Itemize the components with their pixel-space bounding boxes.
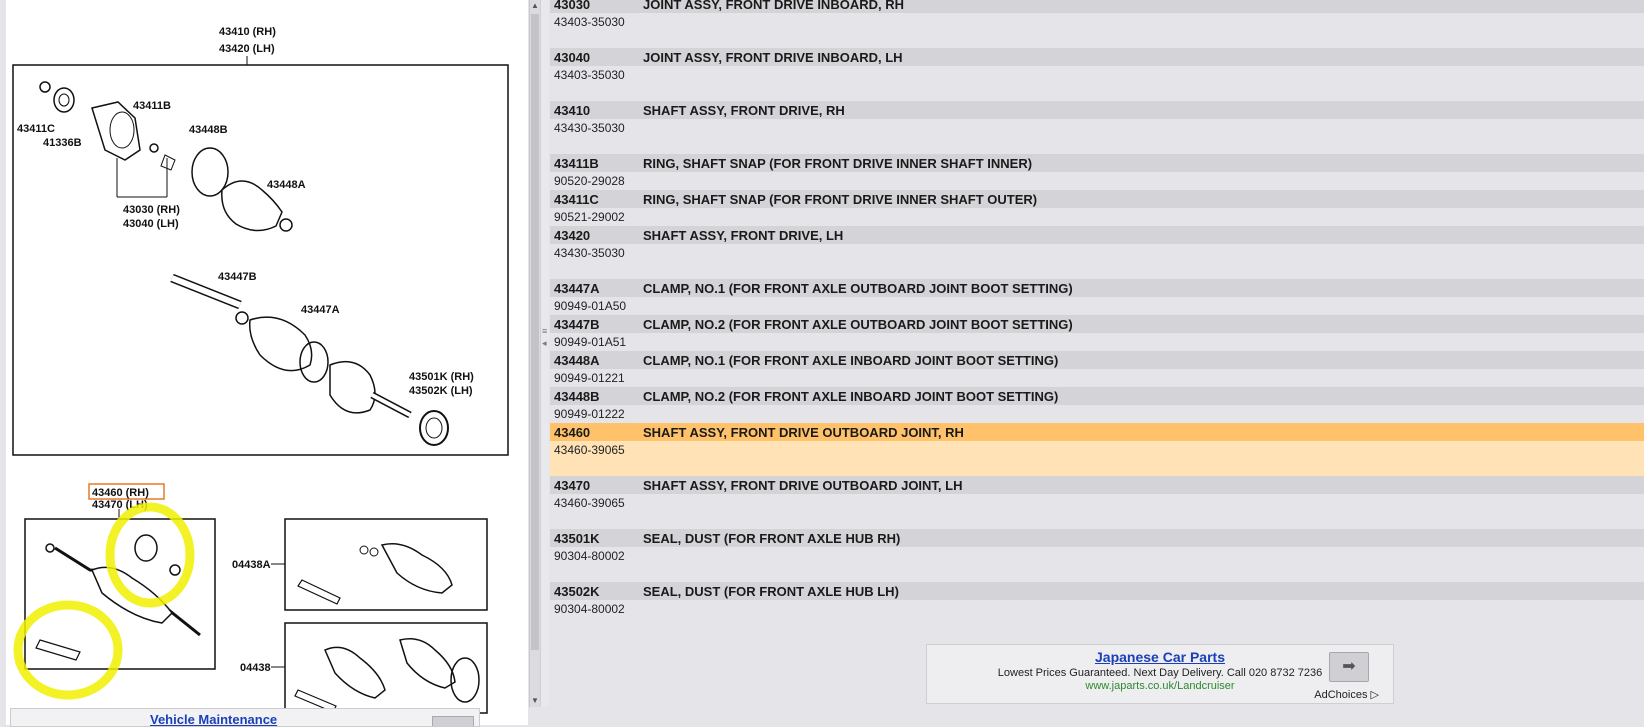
label-43502k[interactable]: 43502K (LH)	[409, 385, 473, 397]
label-43411c[interactable]: 43411C	[17, 123, 55, 135]
part-description: RING, SHAFT SNAP (FOR FRONT DRIVE INNER …	[643, 191, 1038, 207]
parts-diagram: 43410 (RH) 43420 (LH) 43411C 41336B 4341…	[12, 26, 509, 714]
label-04438a[interactable]: 04438A	[232, 559, 271, 571]
part-number: 43411B	[554, 155, 599, 171]
label-43030[interactable]: 43030 (RH)	[123, 204, 180, 216]
part-description: SHAFT ASSY, FRONT DRIVE, LH	[643, 227, 844, 243]
part-number: 43030	[554, 0, 591, 12]
part-number: 43470	[554, 477, 591, 493]
label-43447a[interactable]: 43447A	[301, 304, 340, 316]
diagram-scrollbar[interactable]: ▲ ▼	[529, 0, 540, 707]
oem-part-number: 90521-29002	[554, 210, 625, 224]
scroll-thumb[interactable]	[531, 14, 539, 650]
label-43460[interactable]: 43460 (RH)	[92, 487, 149, 499]
ad-choices-link[interactable]: AdChoices ▷	[1314, 688, 1379, 701]
scroll-down-icon[interactable]: ▼	[530, 695, 540, 707]
part-number: 43460	[554, 424, 591, 440]
part-row[interactable]: 43502K SEAL, DUST (FOR FRONT AXLE HUB LH)…	[550, 582, 1644, 635]
oem-part-number: 90304-80002	[554, 602, 625, 616]
highlight-circle-2	[13, 600, 123, 700]
part-description: CLAMP, NO.2 (FOR FRONT AXLE OUTBOARD JOI…	[643, 316, 1073, 332]
label-43501k[interactable]: 43501K (RH)	[409, 371, 474, 383]
oem-part-number: 43460-39065	[554, 496, 625, 510]
part-number: 43411C	[554, 191, 599, 207]
label-43040[interactable]: 43040 (LH)	[123, 218, 179, 230]
part-number: 43501K	[554, 530, 600, 546]
part-row[interactable]: 43448A CLAMP, NO.1 (FOR FRONT AXLE INBOAR…	[550, 351, 1644, 387]
part-row[interactable]: 43411C RING, SHAFT SNAP (FOR FRONT DRIVE …	[550, 190, 1644, 226]
parts-list: 43030 JOINT ASSY, FRONT DRIVE INBOARD, RH…	[550, 0, 1644, 635]
label-43448a[interactable]: 43448A	[267, 179, 306, 191]
oem-part-number: 43403-35030	[554, 68, 625, 82]
label-41336b[interactable]: 41336B	[43, 137, 82, 149]
label-43420[interactable]: 43420 (LH)	[219, 43, 275, 55]
part-row[interactable]: 43420 SHAFT ASSY, FRONT DRIVE, LH 43430-3…	[550, 226, 1644, 279]
part-row[interactable]: 43447A CLAMP, NO.1 (FOR FRONT AXLE OUTBOA…	[550, 279, 1644, 315]
part-number: 43447B	[554, 316, 600, 332]
snap-ring-drawing	[39, 81, 51, 93]
part-number: 43040	[554, 49, 591, 65]
part-description: SEAL, DUST (FOR FRONT AXLE HUB RH)	[643, 530, 901, 546]
arrow-right-icon[interactable]: ➡	[1329, 652, 1369, 682]
part-number: 43420	[554, 227, 591, 243]
part-row-selected[interactable]: 43460 SHAFT ASSY, FRONT DRIVE OUTBOARD JO…	[550, 423, 1644, 476]
label-43447b[interactable]: 43447B	[218, 271, 257, 283]
part-description: CLAMP, NO.2 (FOR FRONT AXLE INBOARD JOIN…	[643, 388, 1059, 404]
part-description: SHAFT ASSY, FRONT DRIVE OUTBOARD JOINT, …	[643, 424, 964, 440]
oem-part-number: 90949-01A51	[554, 335, 627, 349]
part-description: RING, SHAFT SNAP (FOR FRONT DRIVE INNER …	[643, 155, 1033, 171]
parts-diagram-pane: 43410 (RH) 43420 (LH) 43411C 41336B 4341…	[0, 0, 528, 725]
oem-part-number: 43460-39065	[550, 441, 1644, 476]
label-43410[interactable]: 43410 (RH)	[219, 26, 276, 38]
part-description: CLAMP, NO.1 (FOR FRONT AXLE INBOARD JOIN…	[643, 352, 1059, 368]
oem-part-number: 90949-01221	[554, 371, 625, 385]
part-description: CLAMP, NO.1 (FOR FRONT AXLE OUTBOARD JOI…	[643, 280, 1073, 296]
oem-part-number: 90304-80002	[554, 549, 625, 563]
part-row[interactable]: 43448B CLAMP, NO.2 (FOR FRONT AXLE INBOAR…	[550, 387, 1644, 423]
part-description: JOINT ASSY, FRONT DRIVE INBOARD, LH	[643, 49, 903, 65]
part-number: 43448A	[554, 352, 600, 368]
part-row[interactable]: 43040 JOINT ASSY, FRONT DRIVE INBOARD, LH…	[550, 48, 1644, 101]
kit-04438a-frame	[284, 518, 488, 611]
highlight-circle-1	[105, 502, 195, 608]
oem-part-number: 43403-35030	[554, 15, 625, 29]
part-row[interactable]: 43470 SHAFT ASSY, FRONT DRIVE OUTBOARD JO…	[550, 476, 1644, 529]
ad-banner: Japanese Car Parts Lowest Prices Guarant…	[926, 644, 1394, 704]
oem-part-number: 43430-35030	[554, 121, 625, 135]
part-number: 43410	[554, 102, 591, 118]
oem-part-number: 43430-35030	[554, 246, 625, 260]
oem-part-number: 90520-29028	[554, 174, 625, 188]
label-04438[interactable]: 04438	[240, 662, 271, 674]
part-row[interactable]: 43501K SEAL, DUST (FOR FRONT AXLE HUB RH)…	[550, 529, 1644, 582]
oem-part-number: 90949-01A50	[554, 299, 627, 313]
part-description: SHAFT ASSY, FRONT DRIVE, RH	[643, 102, 845, 118]
ad-title-link[interactable]: Japanese Car Parts	[927, 649, 1393, 665]
label-43448b[interactable]: 43448B	[189, 124, 228, 136]
pane-splitter[interactable]: ≡ ◂	[540, 0, 549, 707]
oem-part-number: 90949-01222	[554, 407, 625, 421]
adchoices-icon: ▷	[1370, 689, 1379, 701]
label-43411b[interactable]: 43411B	[133, 100, 171, 112]
outboard-boot-drawing	[248, 316, 313, 372]
part-row[interactable]: 43410 SHAFT ASSY, FRONT DRIVE, RH 43430-3…	[550, 101, 1644, 154]
part-row[interactable]: 43447B CLAMP, NO.2 (FOR FRONT AXLE OUTBOA…	[550, 315, 1644, 351]
part-description: SEAL, DUST (FOR FRONT AXLE HUB LH)	[643, 583, 899, 599]
part-number: 43447A	[554, 280, 600, 296]
kit-04438-frame	[284, 622, 488, 714]
ad-subtitle: Lowest Prices Guaranteed. Next Day Deliv…	[997, 667, 1323, 679]
part-description: JOINT ASSY, FRONT DRIVE INBOARD, RH	[643, 0, 904, 12]
part-description: SHAFT ASSY, FRONT DRIVE OUTBOARD JOINT, …	[643, 477, 963, 493]
part-row[interactable]: 43411B RING, SHAFT SNAP (FOR FRONT DRIVE …	[550, 154, 1644, 190]
scroll-up-icon[interactable]: ▲	[530, 0, 540, 12]
splitter-grip-icon[interactable]: ≡ ◂	[542, 325, 547, 349]
dust-seal-drawing	[419, 410, 449, 446]
part-number: 43448B	[554, 388, 600, 404]
part-row[interactable]: 43030 JOINT ASSY, FRONT DRIVE INBOARD, RH…	[550, 0, 1644, 48]
part-number: 43502K	[554, 583, 600, 599]
